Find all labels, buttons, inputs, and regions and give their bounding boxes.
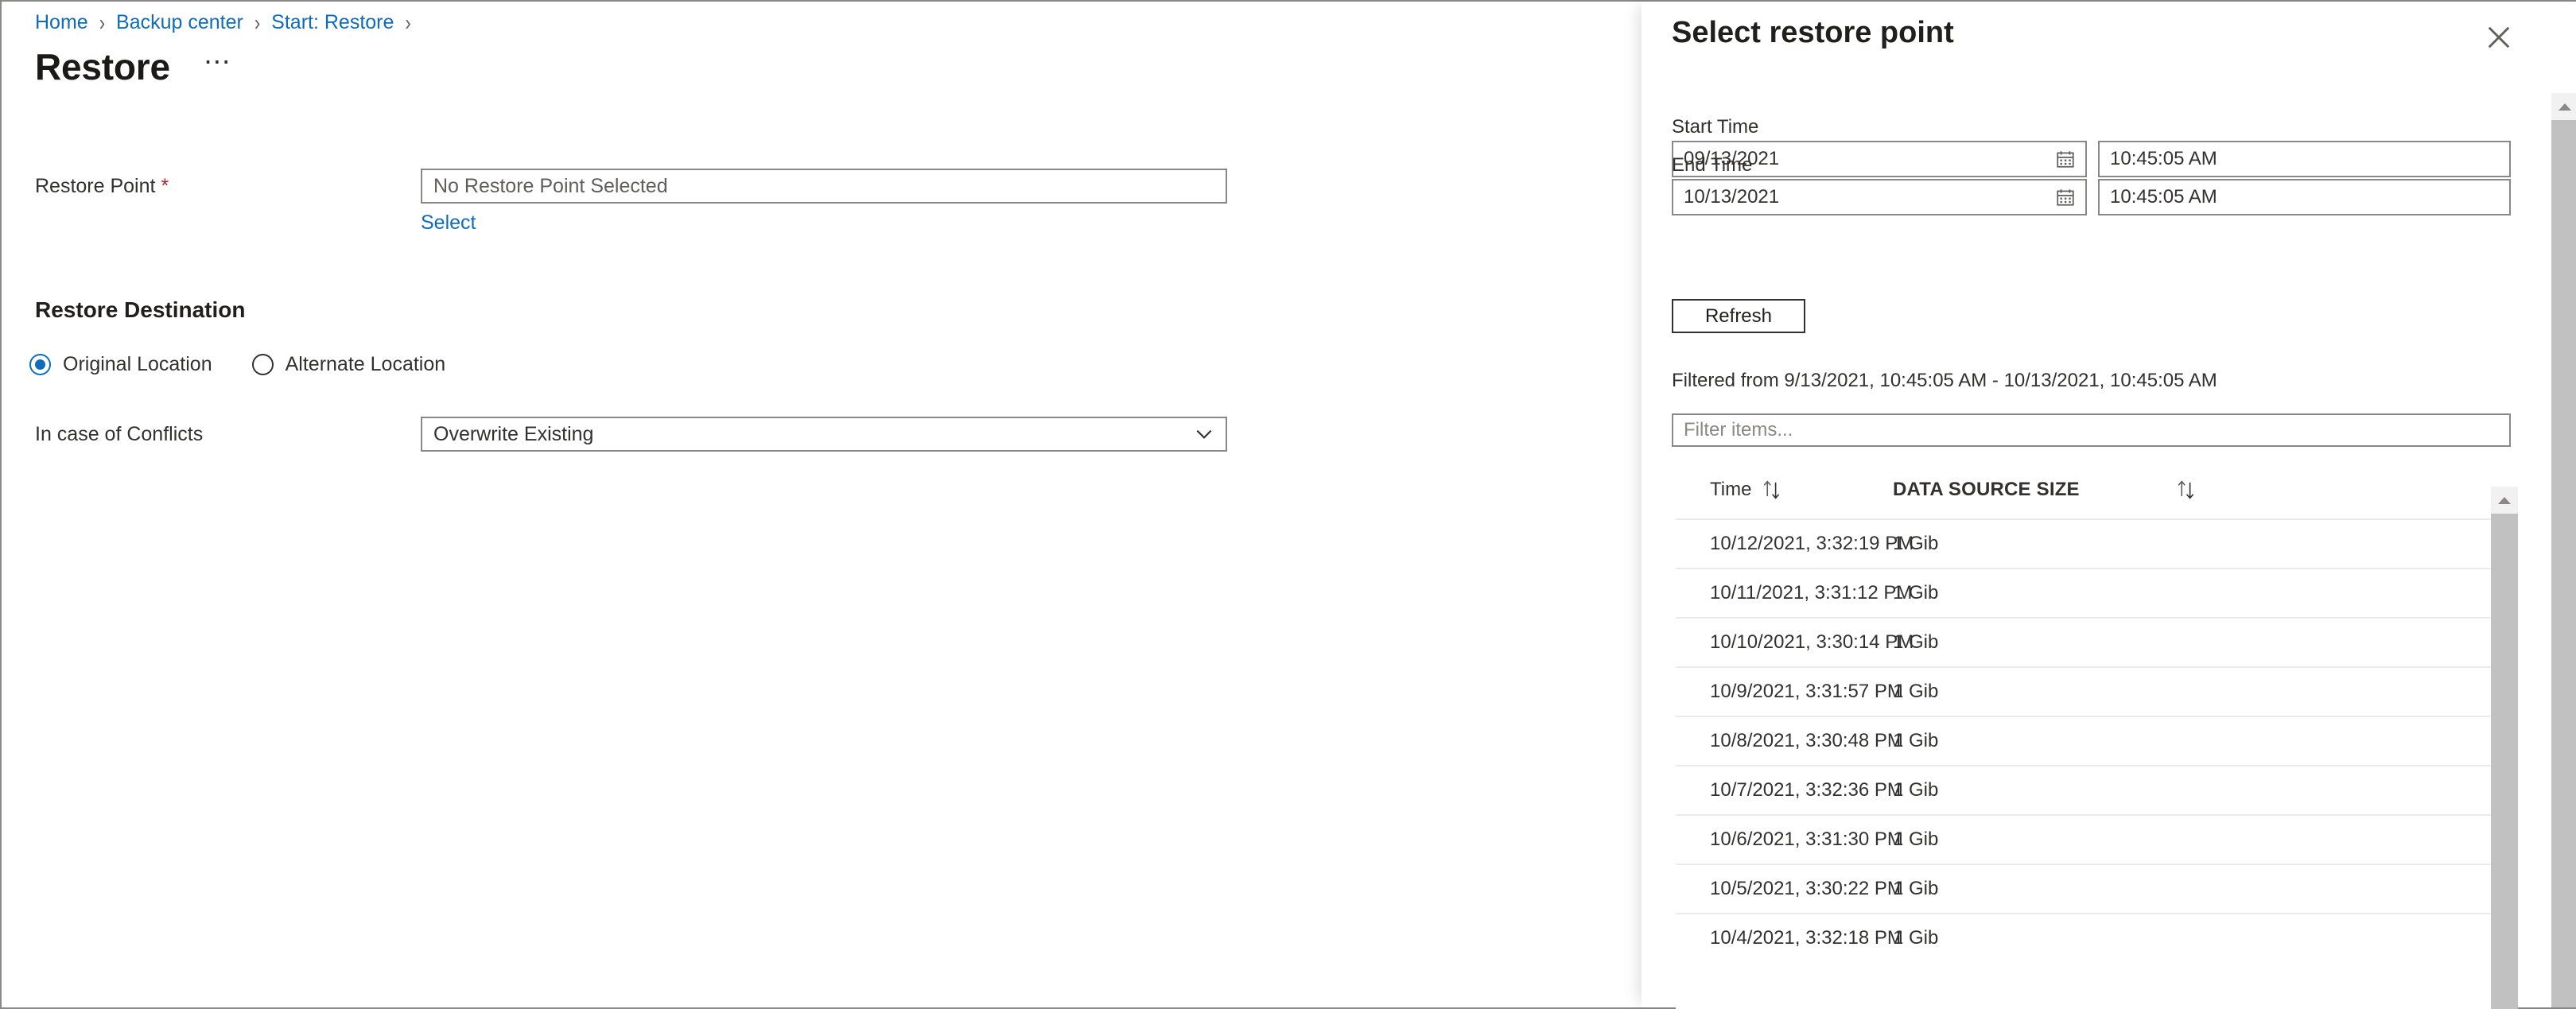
- end-time-input[interactable]: 10:45:05 AM: [2098, 179, 2511, 215]
- table-row[interactable]: 10/9/2021, 3:31:57 PM 1 Gib: [1676, 666, 2491, 716]
- cell-time: 10/7/2021, 3:32:36 PM: [1710, 779, 1903, 801]
- restore-blade: Home › Backup center › Start: Restore › …: [2, 2, 1642, 1007]
- end-time-label: End Time: [1672, 154, 1753, 176]
- cell-data-source-size: 1 Gib: [1893, 631, 1939, 653]
- cell-data-source-size: 1 Gib: [1893, 533, 1939, 554]
- panel-scrollbar-thumb[interactable]: [2551, 120, 2576, 1007]
- conflicts-value: Overwrite Existing: [433, 422, 594, 445]
- breadcrumb-item-backup-center[interactable]: Backup center: [116, 11, 243, 34]
- breadcrumb-separator-icon: ›: [254, 10, 261, 35]
- table-row[interactable]: 10/11/2021, 3:31:12 PM 1 Gib: [1676, 568, 2491, 617]
- filter-items-placeholder: Filter items...: [1684, 419, 1793, 440]
- radio-unselected-icon: [251, 354, 274, 375]
- start-time-value: 10:45:05 AM: [2110, 148, 2217, 169]
- page-title: Restore: [35, 46, 170, 87]
- table-header-row: Time DATA SOURCE SIZE: [1676, 461, 2491, 518]
- cell-data-source-size: 1 Gib: [1893, 779, 1939, 801]
- cell-time: 10/5/2021, 3:30:22 PM: [1710, 878, 1903, 899]
- sort-icon[interactable]: [2175, 478, 2197, 502]
- restore-points-table: Time DATA SOURCE SIZE 10/12/2021, 3:32:1…: [1676, 461, 2491, 1009]
- restore-point-select-link[interactable]: Select: [421, 212, 476, 235]
- breadcrumb-separator-icon: ›: [405, 10, 411, 35]
- table-row[interactable]: 10/6/2021, 3:31:30 PM 1 Gib: [1676, 814, 2491, 863]
- table-body: 10/12/2021, 3:32:19 PM 1 Gib 10/11/2021, 3…: [1676, 518, 2491, 962]
- conflicts-label: In case of Conflicts: [35, 423, 204, 445]
- table-row[interactable]: 10/5/2021, 3:30:22 PM 1 Gib: [1676, 863, 2491, 913]
- page-title-row: Restore ⋯: [35, 45, 232, 88]
- breadcrumb-item-start-restore[interactable]: Start: Restore: [271, 11, 394, 34]
- start-time-label: Start Time: [1672, 116, 1759, 138]
- sort-icon[interactable]: [1761, 478, 1783, 502]
- cell-time: 10/6/2021, 3:31:30 PM: [1710, 829, 1903, 850]
- cell-data-source-size: 1 Gib: [1893, 681, 1939, 702]
- restore-destination-heading: Restore Destination: [35, 297, 246, 322]
- table-row[interactable]: 10/4/2021, 3:32:18 PM 1 Gib: [1676, 913, 2491, 962]
- cell-data-source-size: 1 Gib: [1893, 878, 1939, 899]
- end-date-input[interactable]: 10/13/2021: [1672, 179, 2087, 215]
- cell-time: 10/9/2021, 3:31:57 PM: [1710, 681, 1903, 702]
- required-indicator: *: [161, 175, 169, 197]
- column-header-time[interactable]: Time: [1710, 478, 1893, 502]
- table-row[interactable]: 10/12/2021, 3:32:19 PM 1 Gib: [1676, 518, 2491, 568]
- conflicts-select[interactable]: Overwrite Existing: [421, 417, 1227, 452]
- scroll-up-arrow-icon[interactable]: [2551, 93, 2576, 120]
- cell-time: 10/11/2021, 3:31:12 PM: [1710, 582, 1913, 603]
- breadcrumb-separator-icon: ›: [99, 10, 106, 35]
- calendar-icon[interactable]: [2055, 187, 2076, 208]
- cell-time: 10/8/2021, 3:30:48 PM: [1710, 730, 1903, 751]
- restore-destination-radio-group: Original Location Alternate Location: [29, 353, 445, 376]
- column-header-data-source-size[interactable]: DATA SOURCE SIZE: [1893, 478, 2283, 502]
- table-scrollbar-thumb[interactable]: [2491, 514, 2518, 1009]
- table-row[interactable]: 10/10/2021, 3:30:14 PM 1 Gib: [1676, 617, 2491, 666]
- panel-title: Select restore point: [1672, 16, 1954, 49]
- cell-data-source-size: 1 Gib: [1893, 730, 1939, 751]
- calendar-icon[interactable]: [2055, 149, 2076, 169]
- refresh-button[interactable]: Refresh: [1672, 299, 1805, 333]
- radio-selected-icon: [29, 354, 51, 375]
- cell-time: 10/10/2021, 3:30:14 PM: [1710, 631, 1914, 653]
- breadcrumb: Home › Backup center › Start: Restore ›: [35, 10, 422, 35]
- cell-data-source-size: 1 Gib: [1893, 582, 1939, 603]
- close-icon[interactable]: [2482, 21, 2516, 54]
- cell-time: 10/4/2021, 3:32:18 PM: [1710, 927, 1903, 949]
- filtered-range-note: Filtered from 9/13/2021, 10:45:05 AM - 1…: [1672, 370, 2217, 391]
- table-row[interactable]: 10/7/2021, 3:32:36 PM 1 Gib: [1676, 765, 2491, 814]
- azure-portal-page: Home › Backup center › Start: Restore › …: [0, 0, 2576, 1009]
- chevron-down-icon: [1196, 429, 1212, 439]
- radio-original-location[interactable]: Original Location: [29, 353, 212, 376]
- scroll-up-arrow-icon[interactable]: [2491, 487, 2518, 514]
- cell-time: 10/12/2021, 3:32:19 PM: [1710, 533, 1914, 554]
- radio-alternate-location[interactable]: Alternate Location: [251, 353, 445, 376]
- cell-data-source-size: 1 Gib: [1893, 829, 1939, 850]
- end-date-value: 10/13/2021: [1684, 186, 1780, 208]
- start-time-input[interactable]: 10:45:05 AM: [2098, 141, 2511, 177]
- breadcrumb-item-home[interactable]: Home: [35, 11, 88, 34]
- table-row[interactable]: 10/8/2021, 3:30:48 PM 1 Gib: [1676, 716, 2491, 765]
- restore-point-input[interactable]: No Restore Point Selected: [421, 169, 1227, 204]
- restore-point-value: No Restore Point Selected: [433, 174, 668, 197]
- end-time-value: 10:45:05 AM: [2110, 186, 2217, 208]
- restore-point-label: Restore Point *: [35, 175, 169, 197]
- table-scrollbar[interactable]: [2491, 487, 2518, 1009]
- panel-scrollbar[interactable]: [2551, 93, 2576, 1007]
- more-options-icon[interactable]: ⋯: [204, 49, 232, 85]
- filter-items-input[interactable]: Filter items...: [1672, 413, 2511, 447]
- cell-data-source-size: 1 Gib: [1893, 927, 1939, 949]
